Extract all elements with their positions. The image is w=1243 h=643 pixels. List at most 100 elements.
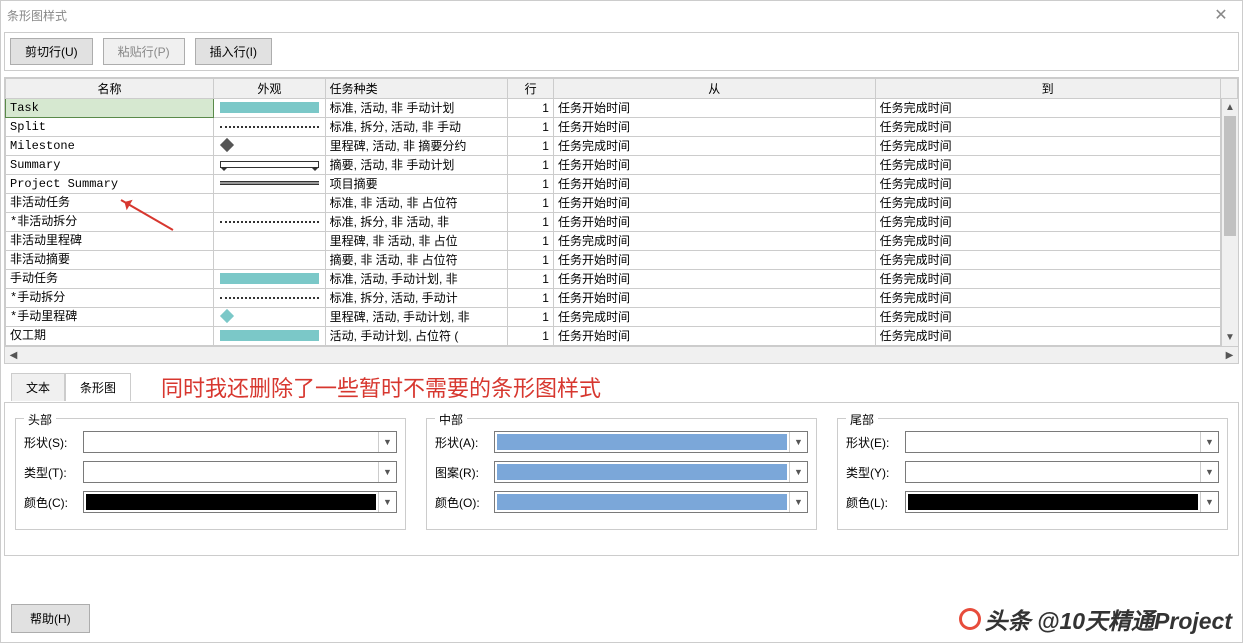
- cell-to[interactable]: 任务完成时间: [875, 118, 1220, 137]
- col-task-type[interactable]: 任务种类: [325, 79, 508, 99]
- cell-row[interactable]: 1: [508, 118, 554, 137]
- cell-name[interactable]: *非活动拆分: [6, 213, 214, 232]
- chevron-down-icon[interactable]: ▼: [1200, 492, 1218, 512]
- scroll-down-icon[interactable]: ▼: [1222, 329, 1238, 346]
- cell-appearance[interactable]: [214, 99, 326, 118]
- cell-from[interactable]: 任务开始时间: [553, 251, 875, 270]
- cell-name[interactable]: Task: [6, 99, 214, 118]
- help-button[interactable]: 帮助(H): [11, 604, 90, 633]
- cell-name[interactable]: *手动里程碑: [6, 308, 214, 327]
- cell-to[interactable]: 任务完成时间: [875, 308, 1220, 327]
- cell-task-type[interactable]: 摘要, 非 活动, 非 占位符: [325, 251, 508, 270]
- cell-to[interactable]: 任务完成时间: [875, 156, 1220, 175]
- cell-appearance[interactable]: [214, 327, 326, 346]
- cell-appearance[interactable]: [214, 156, 326, 175]
- cell-name[interactable]: Milestone: [6, 137, 214, 156]
- cell-to[interactable]: 任务完成时间: [875, 175, 1220, 194]
- cell-row[interactable]: 1: [508, 251, 554, 270]
- cell-from[interactable]: 任务开始时间: [553, 175, 875, 194]
- combo-mid-shape[interactable]: ▼: [494, 431, 808, 453]
- insert-row-button[interactable]: 插入行(I): [195, 38, 272, 65]
- tab-bar[interactable]: 条形图: [65, 373, 131, 401]
- cell-appearance[interactable]: [214, 137, 326, 156]
- cell-appearance[interactable]: [214, 213, 326, 232]
- table-row[interactable]: Split标准, 拆分, 活动, 非 手动1任务开始时间任务完成时间: [6, 118, 1238, 137]
- chevron-down-icon[interactable]: ▼: [378, 492, 396, 512]
- table-row[interactable]: Summary 摘要, 活动, 非 手动计划1任务开始时间任务完成时间: [6, 156, 1238, 175]
- combo-tail-type[interactable]: ▼: [905, 461, 1219, 483]
- cell-appearance[interactable]: [214, 194, 326, 213]
- cell-appearance[interactable]: [214, 251, 326, 270]
- cell-row[interactable]: 1: [508, 99, 554, 118]
- chevron-down-icon[interactable]: ▼: [789, 432, 807, 452]
- combo-mid-pattern[interactable]: ▼: [494, 461, 808, 483]
- combo-head-type[interactable]: ▼: [83, 461, 397, 483]
- cell-name[interactable]: 非活动任务: [6, 194, 214, 213]
- cell-from[interactable]: 任务开始时间: [553, 194, 875, 213]
- chevron-down-icon[interactable]: ▼: [789, 492, 807, 512]
- cell-task-type[interactable]: 标准, 拆分, 活动, 非 手动: [325, 118, 508, 137]
- scroll-thumb[interactable]: [1224, 116, 1236, 236]
- cell-from[interactable]: 任务完成时间: [553, 232, 875, 251]
- bar-styles-table[interactable]: 名称 外观 任务种类 行 从 到 Task标准, 活动, 非 手动计划1任务开始…: [4, 77, 1239, 364]
- cell-name[interactable]: *手动拆分: [6, 289, 214, 308]
- vertical-scrollbar[interactable]: ▲ ▼: [1221, 99, 1238, 346]
- cell-task-type[interactable]: 里程碑, 活动, 手动计划, 非: [325, 308, 508, 327]
- combo-tail-color[interactable]: ▼: [905, 491, 1219, 513]
- cell-row[interactable]: 1: [508, 308, 554, 327]
- cell-from[interactable]: 任务开始时间: [553, 99, 875, 118]
- combo-tail-shape[interactable]: ▼: [905, 431, 1219, 453]
- cell-task-type[interactable]: 摘要, 活动, 非 手动计划: [325, 156, 508, 175]
- cell-to[interactable]: 任务完成时间: [875, 270, 1220, 289]
- cell-name[interactable]: 手动任务: [6, 270, 214, 289]
- cell-appearance[interactable]: [214, 175, 326, 194]
- chevron-down-icon[interactable]: ▼: [789, 462, 807, 482]
- chevron-down-icon[interactable]: ▼: [1200, 432, 1218, 452]
- cell-task-type[interactable]: 标准, 非 活动, 非 占位符: [325, 194, 508, 213]
- cell-row[interactable]: 1: [508, 213, 554, 232]
- table-row[interactable]: 仅工期活动, 手动计划, 占位符 (1任务开始时间任务完成时间: [6, 327, 1238, 346]
- cell-to[interactable]: 任务完成时间: [875, 137, 1220, 156]
- cell-row[interactable]: 1: [508, 232, 554, 251]
- cell-task-type[interactable]: 标准, 活动, 非 手动计划: [325, 99, 508, 118]
- table-row[interactable]: Project Summary项目摘要1任务开始时间任务完成时间: [6, 175, 1238, 194]
- cell-task-type[interactable]: 里程碑, 非 活动, 非 占位: [325, 232, 508, 251]
- cell-row[interactable]: 1: [508, 194, 554, 213]
- combo-head-color[interactable]: ▼: [83, 491, 397, 513]
- table-row[interactable]: Task标准, 活动, 非 手动计划1任务开始时间任务完成时间: [6, 99, 1238, 118]
- table-row[interactable]: Milestone里程碑, 活动, 非 摘要分约1任务完成时间任务完成时间: [6, 137, 1238, 156]
- cell-task-type[interactable]: 项目摘要: [325, 175, 508, 194]
- cell-task-type[interactable]: 标准, 拆分, 非 活动, 非: [325, 213, 508, 232]
- cell-appearance[interactable]: [214, 270, 326, 289]
- horizontal-scrollbar[interactable]: ◀ ▶: [5, 346, 1238, 363]
- cell-task-type[interactable]: 活动, 手动计划, 占位符 (: [325, 327, 508, 346]
- cell-name[interactable]: Split: [6, 118, 214, 137]
- cell-to[interactable]: 任务完成时间: [875, 251, 1220, 270]
- cell-from[interactable]: 任务开始时间: [553, 156, 875, 175]
- cell-to[interactable]: 任务完成时间: [875, 194, 1220, 213]
- cell-appearance[interactable]: [214, 232, 326, 251]
- cell-name[interactable]: Summary: [6, 156, 214, 175]
- cell-row[interactable]: 1: [508, 137, 554, 156]
- cell-row[interactable]: 1: [508, 270, 554, 289]
- cell-name[interactable]: 非活动摘要: [6, 251, 214, 270]
- cell-row[interactable]: 1: [508, 327, 554, 346]
- table-row[interactable]: 非活动里程碑里程碑, 非 活动, 非 占位1任务完成时间任务完成时间: [6, 232, 1238, 251]
- cell-name[interactable]: Project Summary: [6, 175, 214, 194]
- col-name[interactable]: 名称: [6, 79, 214, 99]
- tab-text[interactable]: 文本: [11, 373, 65, 401]
- cell-name[interactable]: 仅工期: [6, 327, 214, 346]
- cut-row-button[interactable]: 剪切行(U): [10, 38, 93, 65]
- cell-row[interactable]: 1: [508, 156, 554, 175]
- table-row[interactable]: *手动拆分标准, 拆分, 活动, 手动计1任务开始时间任务完成时间: [6, 289, 1238, 308]
- chevron-down-icon[interactable]: ▼: [378, 462, 396, 482]
- cell-from[interactable]: 任务完成时间: [553, 137, 875, 156]
- close-icon[interactable]: ✕: [1206, 5, 1236, 25]
- cell-from[interactable]: 任务开始时间: [553, 289, 875, 308]
- cell-appearance[interactable]: [214, 289, 326, 308]
- cell-task-type[interactable]: 里程碑, 活动, 非 摘要分约: [325, 137, 508, 156]
- cell-from[interactable]: 任务完成时间: [553, 308, 875, 327]
- cell-to[interactable]: 任务完成时间: [875, 327, 1220, 346]
- cell-appearance[interactable]: [214, 118, 326, 137]
- cell-to[interactable]: 任务完成时间: [875, 213, 1220, 232]
